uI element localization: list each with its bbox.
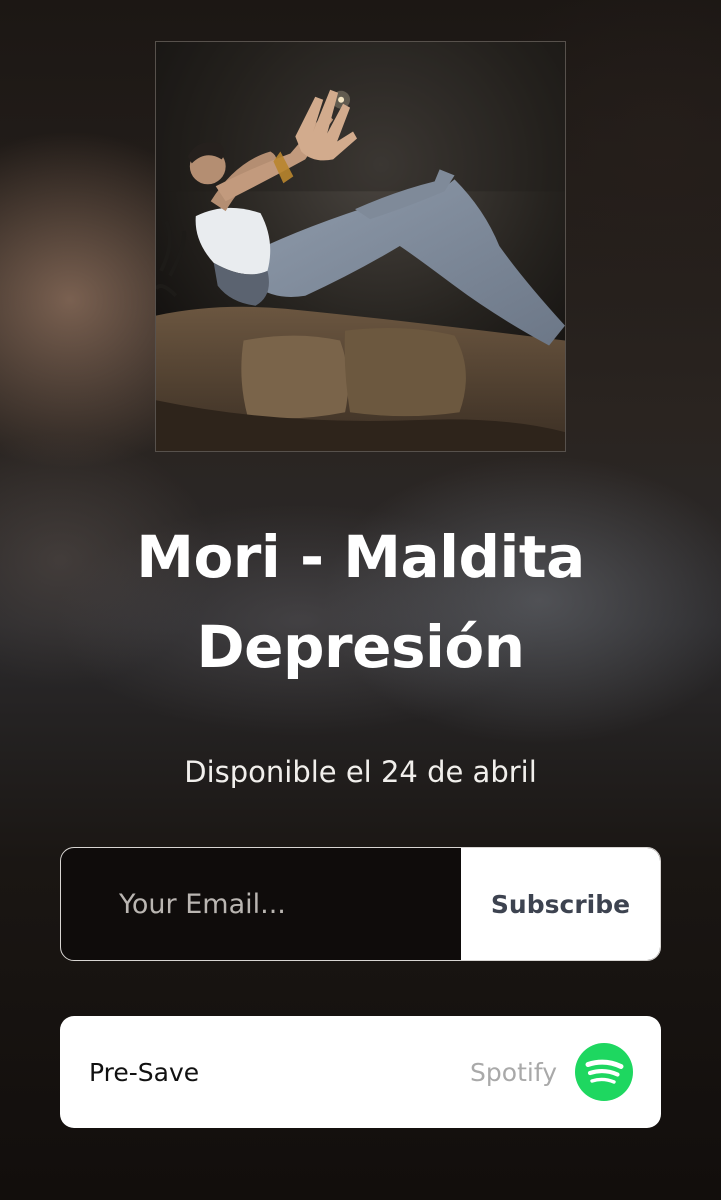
album-cover bbox=[155, 41, 566, 452]
spotify-icon bbox=[575, 1043, 633, 1101]
presave-label: Pre-Save bbox=[89, 1057, 200, 1087]
subscribe-button[interactable]: Subscribe bbox=[461, 848, 660, 960]
service-name: Spotify bbox=[470, 1057, 557, 1087]
release-title: Mori - Maldita Depresión bbox=[40, 512, 681, 692]
release-date-text: Disponible el 24 de abril bbox=[184, 755, 537, 789]
album-cover-artwork bbox=[156, 42, 565, 451]
email-input[interactable] bbox=[61, 848, 461, 960]
presave-spotify-button[interactable]: Pre-Save Spotify bbox=[60, 1016, 661, 1128]
subscribe-form: Subscribe bbox=[60, 847, 661, 961]
release-title-line2: Depresión bbox=[196, 613, 525, 681]
release-title-line1: Mori - Maldita bbox=[136, 523, 585, 591]
